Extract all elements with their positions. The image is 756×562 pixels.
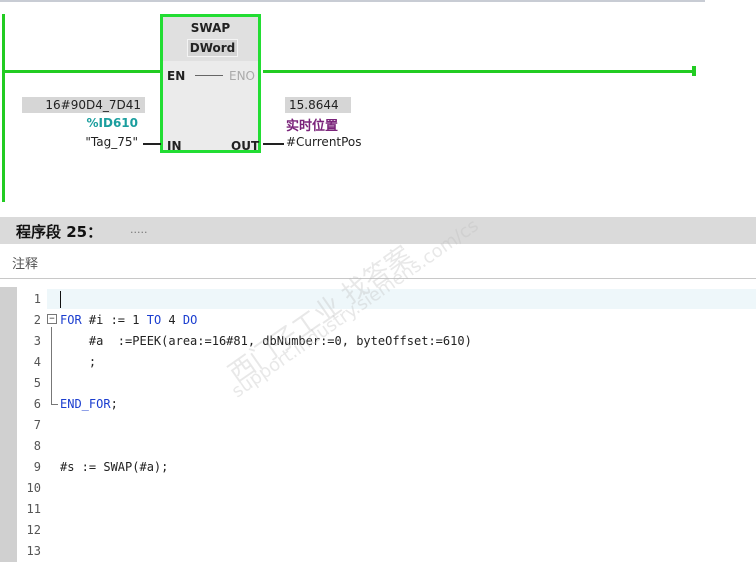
fold-collapse-icon[interactable]: − [47,314,57,324]
output-monitor-value: 15.8644 [285,97,351,113]
network-title-placeholder[interactable]: ..... [130,223,147,236]
ladder-network: SWAP DWord EN ENO IN OUT 16#90D4_7D41 %I… [0,0,756,215]
code-line[interactable]: 8 [17,436,756,456]
network-title: 程序段 25： [16,223,103,241]
code-fragment: ; [110,397,118,411]
keyword: TO [146,313,162,327]
line-number: 5 [33,376,41,390]
input-monitor-value: 16#90D4_7D41 [22,97,145,113]
line-number: 8 [33,439,41,453]
network-header[interactable]: 程序段 25： ..... [0,217,756,244]
fold-guide-line [51,327,52,405]
code-fragment: #i := 1 [81,313,147,327]
en-eno-connector [195,75,223,76]
code-text: END_FOR; [60,394,118,414]
left-power-rail [2,14,5,202]
scl-editor[interactable]: 1 2 − FOR #i := 1 TO 4 DO 3 #a :=PEEK(ar… [0,287,756,562]
input-operand[interactable]: "Tag_75" [40,135,138,149]
line-number: 13 [26,544,41,558]
code-text: FOR #i := 1 TO 4 DO [60,310,197,330]
line-number: 4 [33,355,41,369]
code-line[interactable]: 3 #a :=PEEK(area:=16#81, dbNumber:=0, by… [17,331,756,351]
network-top-border [0,0,705,2]
pin-en: EN [167,69,186,83]
code-text: #s := SWAP(#a); [60,460,169,474]
editor-gutter [0,287,17,562]
line-number: 3 [33,334,41,348]
code-line[interactable]: 11 [17,499,756,519]
code-line[interactable]: 9 #s := SWAP(#a); [17,457,756,477]
fold-end-marker [51,386,58,405]
pin-in: IN [167,139,182,153]
out-connection-line [263,143,284,145]
line-number: 7 [33,418,41,432]
code-line[interactable]: 7 [17,415,756,435]
line-number: 10 [26,481,41,495]
keyword: FOR [60,313,82,327]
pin-out: OUT [231,139,260,153]
in-connection-line [143,143,161,145]
code-line[interactable]: 10 [17,478,756,498]
code-line[interactable]: 2 − FOR #i := 1 TO 4 DO [17,310,756,330]
line-number: 12 [26,523,41,537]
keyword: DO [182,313,198,327]
power-flow-wire-left [2,70,162,73]
swap-function-box[interactable]: SWAP DWord EN ENO IN OUT [160,14,261,153]
network-comment-row[interactable]: 注释 [0,245,756,279]
code-text: ; [60,355,97,369]
text-cursor [60,291,61,308]
code-text: #a :=PEEK(area:=16#81, dbNumber:=0, byte… [60,334,472,348]
output-operand[interactable]: #CurrentPos [286,135,362,149]
power-flow-end-marker [692,66,696,76]
code-line[interactable]: 5 [17,373,756,393]
code-line[interactable]: 6 END_FOR; [17,386,756,414]
line-number: 1 [33,292,41,306]
line-number: 9 [33,460,41,474]
code-line[interactable]: 13 [17,541,756,561]
power-flow-wire-right [263,70,695,73]
line-number: 6 [33,397,41,411]
code-line[interactable]: 4 ; [17,352,756,372]
comment-label: 注释 [12,257,39,272]
code-line[interactable]: 12 [17,520,756,540]
keyword: END_FOR [60,397,111,411]
input-address: %ID610 [86,116,139,130]
line-number: 11 [26,502,41,516]
box-title: SWAP [190,21,231,35]
line-number: 2 [33,313,41,327]
code-fragment: 4 [161,313,183,327]
output-tag-comment: 实时位置 [286,119,339,134]
box-datatype-selector[interactable]: DWord [187,39,238,57]
code-line[interactable]: 1 [17,289,756,309]
pin-eno: ENO [229,69,256,83]
